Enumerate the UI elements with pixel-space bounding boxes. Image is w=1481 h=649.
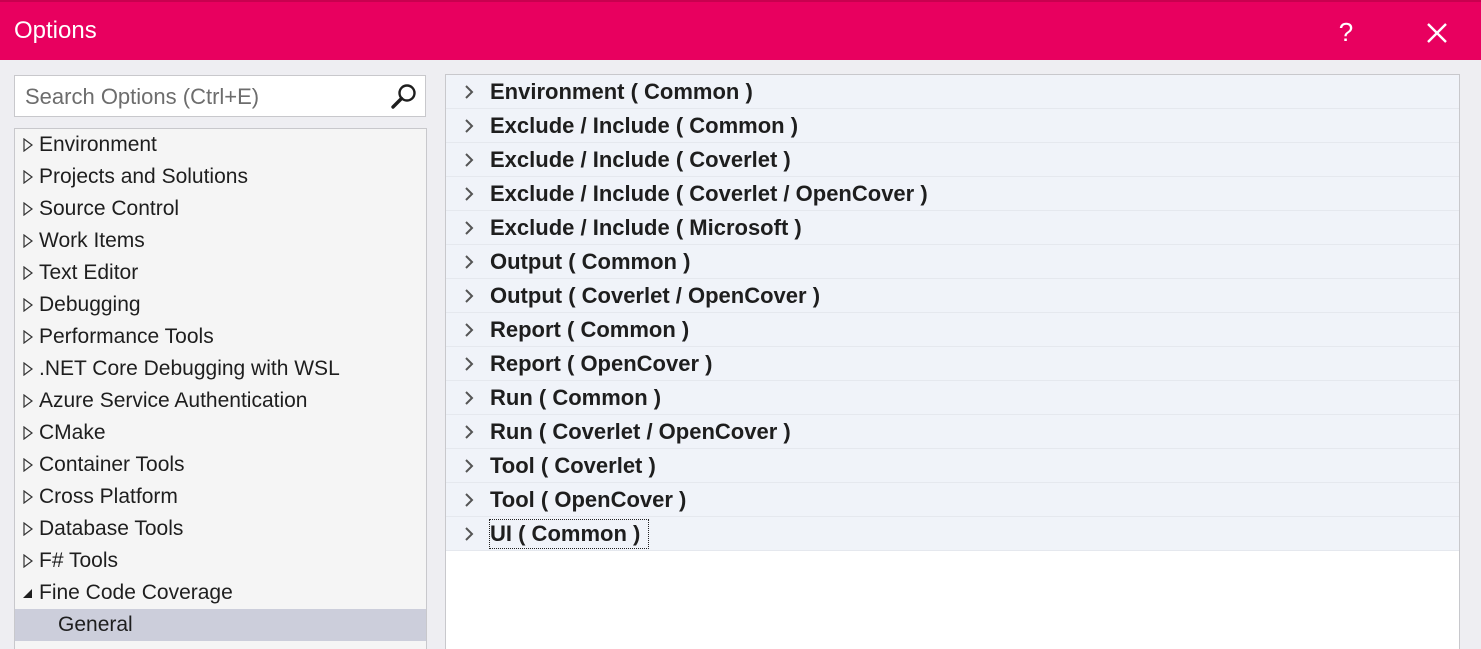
chevron-right-icon[interactable]: [463, 289, 475, 303]
options-tree: Environment Projects and Solutions Sourc…: [14, 128, 427, 649]
close-icon: [1427, 23, 1447, 43]
tree-item-label: Azure Service Authentication: [39, 389, 308, 412]
search-box: [14, 75, 426, 117]
tree-item-fine-code-coverage[interactable]: Fine Code Coverage: [15, 577, 426, 609]
category-row[interactable]: Tool ( Coverlet ): [446, 449, 1459, 483]
category-label: Exclude / Include ( Microsoft ): [490, 215, 802, 240]
help-button[interactable]: ?: [1330, 12, 1362, 52]
tree-item-label: .NET Core Debugging with WSL: [39, 357, 340, 380]
chevron-right-icon[interactable]: [463, 323, 475, 337]
property-grid: Environment ( Common ) Exclude / Include…: [445, 74, 1460, 649]
category-row[interactable]: Tool ( OpenCover ): [446, 483, 1459, 517]
tree-item-label: F# Tools: [39, 549, 118, 572]
chevron-right-icon[interactable]: [463, 493, 475, 507]
search-input[interactable]: [23, 82, 387, 112]
tree-item-label: Text Editor: [39, 261, 139, 284]
category-row[interactable]: Report ( OpenCover ): [446, 347, 1459, 381]
tree-item-debugging[interactable]: Debugging: [15, 289, 426, 321]
category-label: Report ( Common ): [490, 317, 690, 342]
tree-item-fsharp-tools[interactable]: F# Tools: [15, 545, 426, 577]
collapse-arrow-icon[interactable]: [23, 586, 33, 600]
category-row[interactable]: Environment ( Common ): [446, 75, 1459, 109]
expand-arrow-icon[interactable]: [23, 426, 33, 440]
category-label: Output ( Coverlet / OpenCover ): [490, 283, 821, 308]
category-label: UI ( Common ): [488, 519, 650, 549]
category-label: Exclude / Include ( Coverlet ): [490, 147, 791, 172]
tree-item-label: Database Tools: [39, 517, 184, 540]
tree-item-net-core-debugging-wsl[interactable]: .NET Core Debugging with WSL: [15, 353, 426, 385]
tree-item-performance-tools[interactable]: Performance Tools: [15, 321, 426, 353]
expand-arrow-icon[interactable]: [23, 394, 33, 408]
expand-arrow-icon[interactable]: [23, 554, 33, 568]
expand-arrow-icon[interactable]: [23, 202, 33, 216]
category-row[interactable]: Exclude / Include ( Common ): [446, 109, 1459, 143]
category-row[interactable]: Output ( Common ): [446, 245, 1459, 279]
title-bar: Options ?: [0, 0, 1481, 60]
category-row[interactable]: Run ( Common ): [446, 381, 1459, 415]
chevron-right-icon[interactable]: [463, 85, 475, 99]
tree-item-label: Source Control: [39, 197, 180, 220]
tree-item-general[interactable]: General: [15, 609, 426, 641]
tree-item-label: General: [58, 613, 133, 636]
chevron-right-icon[interactable]: [463, 527, 475, 541]
expand-arrow-icon[interactable]: [23, 234, 33, 248]
tree-item-label: Projects and Solutions: [39, 165, 248, 188]
category-row[interactable]: Exclude / Include ( Coverlet ): [446, 143, 1459, 177]
tree-item-label: Work Items: [39, 229, 145, 252]
expand-arrow-icon[interactable]: [23, 458, 33, 472]
tree-item-cross-platform[interactable]: Cross Platform: [15, 481, 426, 513]
chevron-right-icon[interactable]: [463, 425, 475, 439]
tree-item-container-tools[interactable]: Container Tools: [15, 449, 426, 481]
expand-arrow-icon[interactable]: [23, 362, 33, 376]
expand-arrow-icon[interactable]: [23, 170, 33, 184]
tree-item-label: Fine Code Coverage: [39, 581, 233, 604]
category-row[interactable]: Exclude / Include ( Microsoft ): [446, 211, 1459, 245]
category-label: Tool ( Coverlet ): [490, 453, 656, 478]
category-row[interactable]: UI ( Common ): [446, 517, 1459, 551]
chevron-right-icon[interactable]: [463, 391, 475, 405]
tree-item-database-tools[interactable]: Database Tools: [15, 513, 426, 545]
expand-arrow-icon[interactable]: [23, 266, 33, 280]
tree-item-label: Performance Tools: [39, 325, 214, 348]
chevron-right-icon[interactable]: [463, 459, 475, 473]
category-row[interactable]: Run ( Coverlet / OpenCover ): [446, 415, 1459, 449]
category-label: Tool ( OpenCover ): [490, 487, 687, 512]
category-label: Report ( OpenCover ): [490, 351, 713, 376]
close-button[interactable]: [1418, 14, 1456, 52]
tree-item-work-items[interactable]: Work Items: [15, 225, 426, 257]
chevron-right-icon[interactable]: [463, 153, 475, 167]
category-label: Output ( Common ): [490, 249, 691, 274]
expand-arrow-icon[interactable]: [23, 330, 33, 344]
chevron-right-icon[interactable]: [463, 119, 475, 133]
tree-item-label: Environment: [39, 133, 157, 156]
category-label: Run ( Common ): [490, 385, 662, 410]
chevron-right-icon[interactable]: [463, 187, 475, 201]
search-icon[interactable]: [389, 82, 419, 112]
chevron-right-icon[interactable]: [463, 221, 475, 235]
tree-item-label: CMake: [39, 421, 106, 444]
category-label: Environment ( Common ): [490, 79, 753, 104]
expand-arrow-icon[interactable]: [23, 298, 33, 312]
tree-item-environment[interactable]: Environment: [15, 129, 426, 161]
chevron-right-icon[interactable]: [463, 255, 475, 269]
tree-item-projects-and-solutions[interactable]: Projects and Solutions: [15, 161, 426, 193]
window-title: Options: [14, 17, 97, 44]
category-row[interactable]: Exclude / Include ( Coverlet / OpenCover…: [446, 177, 1459, 211]
category-row[interactable]: Report ( Common ): [446, 313, 1459, 347]
tree-item-label: Cross Platform: [39, 485, 178, 508]
tree-item-label: Container Tools: [39, 453, 185, 476]
category-row[interactable]: Output ( Coverlet / OpenCover ): [446, 279, 1459, 313]
tree-item-text-editor[interactable]: Text Editor: [15, 257, 426, 289]
expand-arrow-icon[interactable]: [23, 138, 33, 152]
tree-item-azure-service-authentication[interactable]: Azure Service Authentication: [15, 385, 426, 417]
chevron-right-icon[interactable]: [463, 357, 475, 371]
expand-arrow-icon[interactable]: [23, 490, 33, 504]
category-label: Exclude / Include ( Common ): [490, 113, 799, 138]
tree-item-source-control[interactable]: Source Control: [15, 193, 426, 225]
tree-item-label: Debugging: [39, 293, 141, 316]
category-label: Run ( Coverlet / OpenCover ): [490, 419, 791, 444]
tree-item-cmake[interactable]: CMake: [15, 417, 426, 449]
category-label: Exclude / Include ( Coverlet / OpenCover…: [490, 181, 928, 206]
expand-arrow-icon[interactable]: [23, 522, 33, 536]
